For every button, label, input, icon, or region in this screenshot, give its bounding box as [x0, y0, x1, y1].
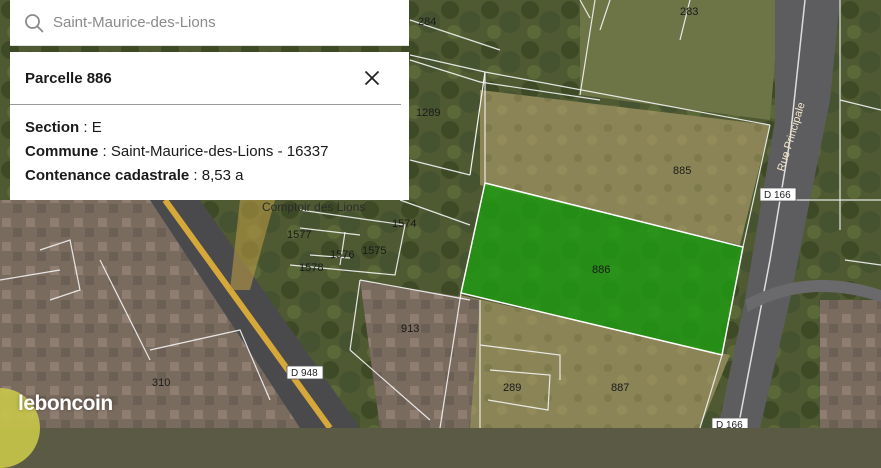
parcel-label-283[interactable]: 283: [680, 6, 698, 18]
panel-body: Section : E Commune : Saint-Maurice-des-…: [10, 105, 409, 188]
info-row-commune: Commune : Saint-Maurice-des-Lions - 1633…: [25, 140, 394, 164]
search-icon: [23, 12, 45, 34]
road-badge-d948: D 948: [286, 365, 324, 380]
parcel-label-310[interactable]: 310: [152, 377, 170, 389]
parcel-label-284[interactable]: 284: [418, 16, 436, 28]
info-row-contenance: Contenance cadastrale : 8,53 a: [25, 164, 394, 188]
terrain-buildings-east: [820, 300, 881, 428]
road-label-d166-south: D 166: [716, 420, 743, 428]
info-value-contenance: : 8,53 a: [189, 167, 244, 184]
parcel-label-289[interactable]: 289: [503, 382, 521, 394]
parcel-label-913[interactable]: 913: [401, 323, 419, 335]
road-badge-d166-south: D 166: [711, 417, 749, 428]
parcel-label-887[interactable]: 887: [611, 382, 629, 394]
info-value-section: : E: [79, 119, 102, 136]
info-key-contenance: Contenance cadastrale: [25, 167, 190, 184]
search-input[interactable]: [51, 13, 375, 32]
info-value-commune: : Saint-Maurice-des-Lions - 16337: [98, 143, 329, 160]
road-label-d166-north: D 166: [764, 190, 791, 201]
panel-header: Parcelle 886: [10, 52, 401, 105]
info-key-section: Section: [25, 119, 80, 136]
parcel-label-886[interactable]: 886: [592, 264, 610, 276]
parcel-label-1576[interactable]: 1576: [330, 249, 354, 261]
road-label-d948: D 948: [291, 368, 318, 379]
parcel-label-1575[interactable]: 1575: [362, 245, 386, 257]
road-badge-d166-north: D 166: [759, 187, 797, 202]
parcel-label-885[interactable]: 885: [673, 165, 691, 177]
close-icon[interactable]: [361, 67, 383, 89]
panel-title: Parcelle 886: [25, 69, 112, 87]
parcel-label-1574[interactable]: 1574: [392, 218, 416, 230]
info-key-commune: Commune: [25, 143, 99, 160]
parcel-label-1289[interactable]: 1289: [416, 107, 440, 119]
parcel-label-1577[interactable]: 1577: [287, 229, 311, 241]
search-bar: [10, 0, 409, 46]
parcel-info-panel: Parcelle 886 Section : E Commune : Saint…: [10, 52, 409, 200]
info-row-section: Section : E: [25, 116, 394, 140]
parcel-label-1578[interactable]: 1578: [299, 262, 323, 274]
terrain-buildings-center: [360, 280, 480, 428]
place-label-comptoir: Comptoir des Lions: [262, 200, 365, 214]
leboncoin-logo: leboncoin: [18, 392, 113, 415]
